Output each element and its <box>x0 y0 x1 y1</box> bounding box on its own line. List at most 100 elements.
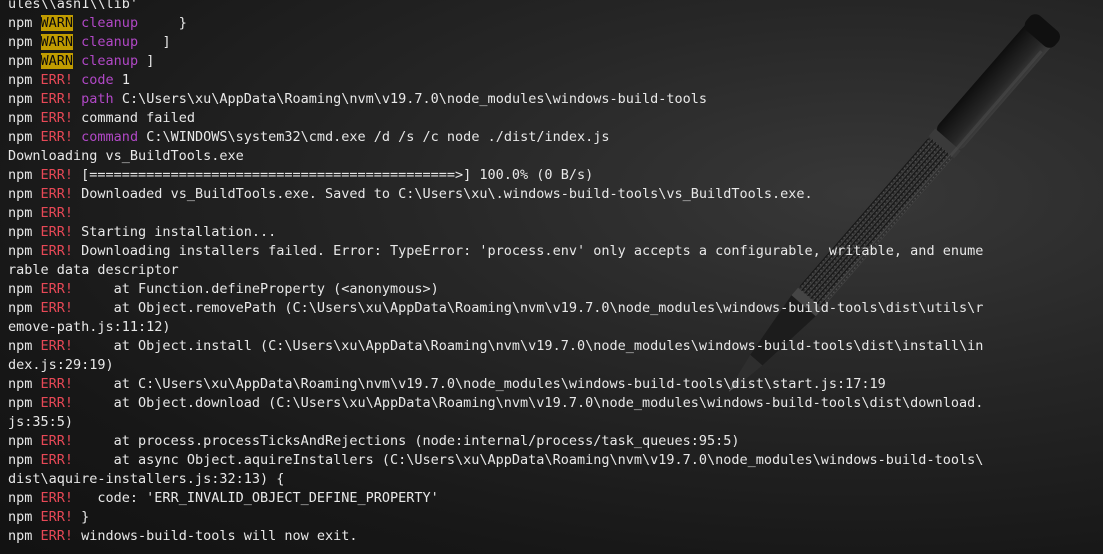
err-label: ERR! <box>40 509 74 525</box>
terminal-output: ules\\asn1\\lib' npm WARN cleanup } npm WA… <box>8 0 1099 546</box>
log-text: ] <box>138 34 171 50</box>
log-text: npm <box>8 91 41 107</box>
log-text: at C:\Users\xu\AppData\Roaming\nvm\v19.7… <box>73 376 886 392</box>
terminal-line: npm ERR! at async Object.aquireInstaller… <box>8 451 1099 470</box>
err-label: ERR! <box>40 129 74 145</box>
log-text: code: 'ERR_INVALID_OBJECT_DEFINE_PROPERT… <box>73 490 439 506</box>
log-text: Downloaded vs_BuildTools.exe. Saved to C… <box>73 186 813 202</box>
log-keyword: path <box>81 91 114 107</box>
terminal-line: npm ERR! at Object.download (C:\Users\xu… <box>8 394 1099 413</box>
log-text: npm <box>8 528 41 544</box>
terminal-line: emove-path.js:11:12) <box>8 318 1099 337</box>
terminal-line: npm ERR! Starting installation... <box>8 223 1099 242</box>
log-text: emove-path.js:11:12) <box>8 319 171 335</box>
terminal-line: npm ERR! at Object.removePath (C:\Users\… <box>8 299 1099 318</box>
terminal-line: dist\aquire-installers.js:32:13) { <box>8 470 1099 489</box>
terminal-line: npm ERR! at process.processTicksAndRejec… <box>8 432 1099 451</box>
log-text: npm <box>8 15 41 31</box>
err-label: ERR! <box>40 490 74 506</box>
log-text: npm <box>8 243 41 259</box>
log-text: } <box>138 15 187 31</box>
log-text: npm <box>8 376 41 392</box>
terminal-line: dex.js:29:19) <box>8 356 1099 375</box>
log-text: js:35:5) <box>8 414 74 430</box>
warn-label: WARN <box>40 15 74 31</box>
terminal-line: npm ERR! <box>8 204 1099 223</box>
terminal-line: npm ERR! windows-build-tools will now ex… <box>8 527 1099 546</box>
warn-label: WARN <box>40 34 74 50</box>
err-label: ERR! <box>40 452 74 468</box>
log-keyword: cleanup <box>81 53 139 69</box>
terminal-line: npm ERR! Downloading installers failed. … <box>8 242 1099 261</box>
err-label: ERR! <box>40 376 74 392</box>
err-label: ERR! <box>40 433 74 449</box>
log-text: ules\\asn1\\lib' <box>8 0 139 12</box>
log-text: at Object.install (C:\Users\xu\AppData\R… <box>73 338 984 354</box>
log-text: at process.processTicksAndRejections (no… <box>73 433 740 449</box>
terminal-line: npm ERR! path C:\Users\xu\AppData\Roamin… <box>8 90 1099 109</box>
log-text: npm <box>8 53 41 69</box>
terminal-line: rable data descriptor <box>8 261 1099 280</box>
log-text: Starting installation... <box>73 224 277 240</box>
err-label: ERR! <box>40 72 74 88</box>
terminal-window[interactable]: ules\\asn1\\lib' npm WARN cleanup } npm WA… <box>0 0 1103 554</box>
log-text: npm <box>8 72 41 88</box>
log-text: C:\WINDOWS\system32\cmd.exe /d /s /c nod… <box>138 129 610 145</box>
terminal-line: npm ERR! code 1 <box>8 71 1099 90</box>
log-text: npm <box>8 433 41 449</box>
terminal-line: npm ERR! at Function.defineProperty (<an… <box>8 280 1099 299</box>
terminal-line: npm ERR! command failed <box>8 109 1099 128</box>
log-text: C:\Users\xu\AppData\Roaming\nvm\v19.7.0\… <box>113 91 708 107</box>
log-text: npm <box>8 338 41 354</box>
log-text: npm <box>8 452 41 468</box>
log-text: [=======================================… <box>73 167 594 183</box>
terminal-line: js:35:5) <box>8 413 1099 432</box>
err-label: ERR! <box>40 243 74 259</box>
log-keyword: cleanup <box>81 15 139 31</box>
terminal-line: npm ERR! code: 'ERR_INVALID_OBJECT_DEFIN… <box>8 489 1099 508</box>
log-text: at async Object.aquireInstallers (C:\Use… <box>73 452 984 468</box>
log-text: at Object.download (C:\Users\xu\AppData\… <box>73 395 984 411</box>
log-text: rable data descriptor <box>8 262 179 278</box>
log-text: ] <box>138 53 155 69</box>
log-text: npm <box>8 129 41 145</box>
warn-label: WARN <box>40 53 74 69</box>
terminal-line: ules\\asn1\\lib' <box>8 0 1099 14</box>
log-text: windows-build-tools will now exit. <box>73 528 358 544</box>
log-text: dex.js:29:19) <box>8 357 114 373</box>
log-text: npm <box>8 205 41 221</box>
log-text: dist\aquire-installers.js:32:13) { <box>8 471 285 487</box>
log-text: npm <box>8 300 41 316</box>
log-text: npm <box>8 224 41 240</box>
log-text: at Object.removePath (C:\Users\xu\AppDat… <box>73 300 984 316</box>
err-label: ERR! <box>40 110 74 126</box>
err-label: ERR! <box>40 205 74 221</box>
terminal-line: npm ERR! at Object.install (C:\Users\xu\… <box>8 337 1099 356</box>
err-label: ERR! <box>40 167 74 183</box>
terminal-line: npm WARN cleanup ] <box>8 33 1099 52</box>
log-text: npm <box>8 167 41 183</box>
log-text: Downloading installers failed. Error: Ty… <box>73 243 984 259</box>
log-text: npm <box>8 281 41 297</box>
err-label: ERR! <box>40 395 74 411</box>
err-label: ERR! <box>40 224 74 240</box>
log-text: at Function.defineProperty (<anonymous>) <box>73 281 439 297</box>
terminal-line: npm ERR! [==============================… <box>8 166 1099 185</box>
terminal-line: npm ERR! at C:\Users\xu\AppData\Roaming\… <box>8 375 1099 394</box>
terminal-line: npm ERR! command C:\WINDOWS\system32\cmd… <box>8 128 1099 147</box>
terminal-line: npm WARN cleanup ] <box>8 52 1099 71</box>
log-text: npm <box>8 490 41 506</box>
log-keyword: command <box>81 129 139 145</box>
terminal-line: Downloading vs_BuildTools.exe <box>8 147 1099 166</box>
err-label: ERR! <box>40 186 74 202</box>
log-text: 1 <box>113 72 130 88</box>
terminal-line: npm WARN cleanup } <box>8 14 1099 33</box>
err-label: ERR! <box>40 338 74 354</box>
log-text: npm <box>8 509 41 525</box>
